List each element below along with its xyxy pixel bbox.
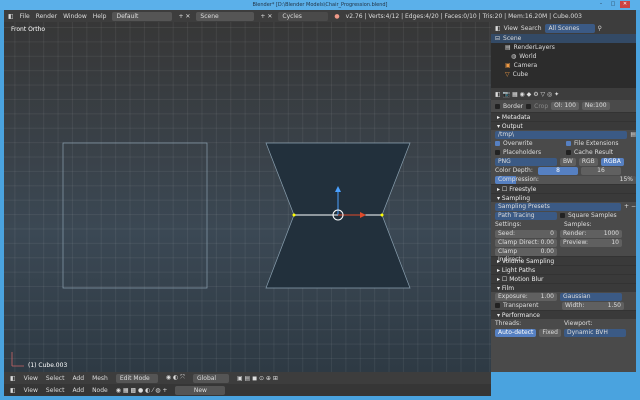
editor-type-icon[interactable]: ◧ (10, 375, 16, 382)
outliner: ◧ View Search All Scenes ⚲ ⊟ Scene ▤ Ren… (491, 22, 636, 88)
add-preset-button[interactable]: + − (624, 202, 636, 211)
crop-label: Crop (534, 102, 549, 110)
threads-auto-button[interactable]: Auto-detect (495, 328, 537, 337)
menu-mesh[interactable]: Mesh (92, 375, 108, 382)
scene-select[interactable]: Scene (196, 11, 255, 21)
bvh-select[interactable]: Dynamic BVH (563, 328, 626, 337)
film-section[interactable]: ▾ Film (491, 283, 636, 292)
node-type-icons[interactable]: ◉ ▦ ▩ ● ◐ ⁄ ◍ + (116, 387, 168, 394)
placeholders-checkbox[interactable] (495, 150, 500, 155)
square-samples-checkbox[interactable] (560, 213, 565, 218)
maximize-button[interactable]: □ (608, 1, 618, 8)
integrator-select[interactable]: Path Tracing (495, 211, 557, 220)
sampling-section[interactable]: ▾ Sampling (491, 193, 636, 202)
performance-section[interactable]: ▾ Performance (491, 310, 636, 319)
compression-slider[interactable]: Compression: 15% (495, 175, 636, 184)
ne-field[interactable]: Ne:100 (581, 102, 610, 110)
clamp-direct-field[interactable]: Clamp Direct: 0.00 (495, 238, 557, 247)
seed-field[interactable]: Seed: 0 (495, 229, 557, 238)
overwrite-checkbox[interactable] (495, 141, 500, 146)
search-icon[interactable]: ⚲ (598, 24, 602, 33)
menu-add[interactable]: Add (72, 375, 84, 382)
editor-type-icon[interactable]: ◧ (8, 13, 14, 20)
outliner-item-cube[interactable]: ▽ Cube (491, 70, 636, 79)
rgb-button[interactable]: RGB (578, 157, 598, 166)
menu-render[interactable]: Render (36, 13, 57, 20)
shading-icons[interactable]: ◉ ◐ ⤧ (166, 374, 185, 382)
outliner-filter-select[interactable]: All Scenes (544, 23, 595, 33)
filter-select[interactable]: Gaussian (560, 292, 622, 301)
volume-sampling-section[interactable]: ▸ Volume Sampling (491, 256, 636, 265)
crop-checkbox[interactable] (526, 103, 532, 109)
cache-result-checkbox[interactable] (566, 150, 571, 155)
outliner-item-renderlayers[interactable]: ▤ RenderLayers (491, 43, 636, 52)
outliner-item-camera[interactable]: ▣ Camera (491, 61, 636, 70)
mode-select[interactable]: Edit Mode (115, 373, 158, 383)
info-header: ◧ File Render Window Help Default + ✕ Sc… (4, 10, 636, 29)
freestyle-section[interactable]: ▸ ☐ Freestyle (491, 184, 636, 193)
blender-logo-icon: ● (334, 12, 340, 20)
exposure-field[interactable]: Exposure: 1.00 (495, 292, 557, 301)
rgba-button[interactable]: RGBA (600, 157, 624, 166)
object-label: (1) Cube.003 (28, 362, 68, 369)
preview-samples-field[interactable]: Preview: 10 (560, 238, 622, 247)
outliner-search-menu[interactable]: Search (521, 24, 542, 33)
layout-select[interactable]: Default (112, 11, 173, 21)
sampling-presets-select[interactable]: Sampling Presets (495, 202, 622, 211)
vertex (380, 213, 384, 217)
depth-16-button[interactable]: 16 (581, 166, 621, 175)
folder-icon[interactable]: ▤ (630, 130, 636, 139)
outliner-view-menu[interactable]: View (504, 24, 518, 33)
menu-view[interactable]: View (24, 375, 38, 382)
filter-width-field[interactable]: Width: 1.50 (562, 301, 624, 310)
menu-add[interactable]: Add (72, 387, 84, 394)
menu-select[interactable]: Select (46, 387, 65, 394)
menu-file[interactable]: File (20, 13, 30, 20)
new-button[interactable]: New (175, 385, 226, 395)
window-title: Blender* [D:\Blender Models\Chair_Progre… (0, 0, 640, 10)
editor-type-icon[interactable]: ◧ (10, 387, 16, 394)
ol-field[interactable]: Ol: 100 (551, 102, 579, 110)
file-format-select[interactable]: PNG (495, 157, 557, 166)
menu-select[interactable]: Select (46, 375, 65, 382)
border-label: Border (503, 102, 524, 110)
threads-fixed-button[interactable]: Fixed (539, 328, 561, 337)
add-layout-button[interactable]: + ✕ (178, 13, 190, 20)
transparent-checkbox[interactable] (495, 303, 500, 308)
menu-view[interactable]: View (24, 387, 38, 394)
file-extensions-checkbox[interactable] (566, 141, 571, 146)
3d-viewport[interactable]: Front Ortho (1) Cube.003 (4, 22, 491, 372)
vertex (292, 213, 296, 217)
cube-outline (62, 142, 208, 289)
bw-button[interactable]: BW (560, 157, 576, 166)
add-scene-button[interactable]: + ✕ (260, 13, 272, 20)
menu-node[interactable]: Node (92, 387, 108, 394)
output-section[interactable]: ▾ Output (491, 121, 636, 130)
menu-window[interactable]: Window (63, 13, 87, 20)
border-checkbox[interactable] (495, 103, 500, 109)
properties-tabs[interactable]: ◧ 📷 ▦ ◉ ◆ ⚙ ▽ ◎ ✦ (491, 88, 636, 100)
render-engine-select[interactable]: Cycles Render (278, 11, 329, 29)
outliner-item-world[interactable]: ◍ World (491, 52, 636, 61)
menu-help[interactable]: Help (93, 13, 107, 20)
clamp-indirect-field[interactable]: Clamp Indirect:0.00 (495, 247, 557, 263)
motion-blur-section[interactable]: ▸ ☐ Motion Blur (491, 274, 636, 283)
close-button[interactable]: ✕ (620, 1, 630, 8)
output-path-input[interactable]: /tmp\ (495, 130, 628, 139)
outliner-editor-icon[interactable]: ◧ (495, 24, 501, 33)
light-paths-section[interactable]: ▸ Light Paths (491, 265, 636, 274)
stats-text: v2.76 | Verts:4/12 | Edges:4/20 | Faces:… (345, 12, 582, 20)
orientation-select[interactable]: Global (192, 373, 229, 383)
3d-view-header: ◧ View Select Add Mesh Edit Mode ◉ ◐ ⤧ G… (4, 372, 491, 384)
render-samples-field[interactable]: Render: 1000 (560, 229, 622, 238)
axis-gizmo (11, 352, 24, 367)
select-mode-icons[interactable]: ▣ ▤ ◼ ⊙ ⊕ ⊞ (237, 375, 278, 382)
viewport-canvas (11, 142, 411, 367)
outliner-item-scene[interactable]: ⊟ Scene (491, 34, 636, 43)
node-editor-header: ◧ View Select Add Node ◉ ▦ ▩ ● ◐ ⁄ ◍ + N… (4, 384, 491, 396)
minimize-button[interactable]: – (596, 1, 606, 8)
metadata-section[interactable]: ▸ Metadata (491, 112, 636, 121)
depth-8-button[interactable]: 8 (538, 166, 578, 175)
